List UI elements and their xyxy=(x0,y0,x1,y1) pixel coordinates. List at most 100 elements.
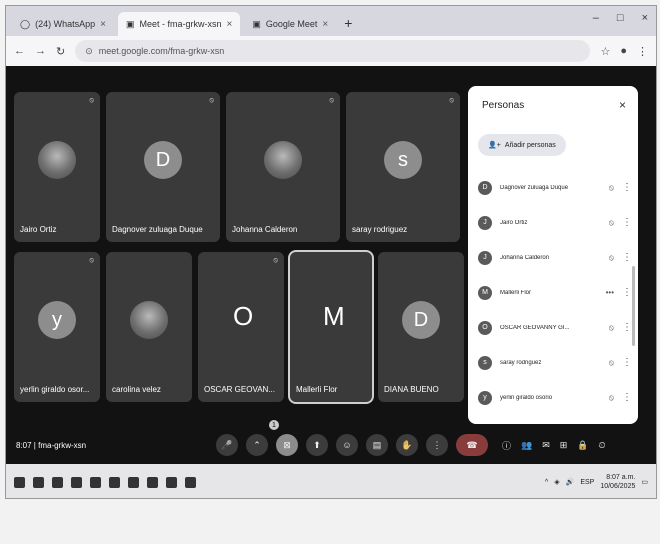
more-options-icon[interactable]: ⋮ xyxy=(622,322,632,333)
language-indicator[interactable]: ESP xyxy=(580,479,594,486)
scrollbar[interactable] xyxy=(632,266,635,346)
participant-photo xyxy=(38,141,76,179)
emoji-button[interactable]: ☺ xyxy=(336,434,358,456)
whatsapp-icon: ◯ xyxy=(20,18,31,29)
new-tab-button[interactable]: + xyxy=(344,15,352,31)
close-window-icon[interactable]: × xyxy=(642,12,648,24)
more-options-button[interactable]: ⋮ xyxy=(426,434,448,456)
app-icon[interactable] xyxy=(109,476,120,488)
list-item[interactable]: s saray rodriguez ⦸ ⋮ xyxy=(478,345,632,380)
info-icon[interactable]: ⓘ xyxy=(502,439,511,452)
microphone-button[interactable]: 🎤 xyxy=(216,434,238,456)
participant-photo xyxy=(264,141,302,179)
video-app-icon[interactable] xyxy=(128,476,139,488)
meet-icon: ▣ xyxy=(252,18,261,29)
more-options-icon[interactable]: ⋮ xyxy=(622,357,632,368)
site-info-icon[interactable]: ⊙ xyxy=(85,46,93,57)
mic-off-icon: ⦸ xyxy=(329,97,334,104)
url-field[interactable]: ⊙ meet.google.com/fma-grkw-xsn xyxy=(75,40,591,62)
list-item[interactable]: O OSCAR GEOVANNY GI... ⦸ ⋮ xyxy=(478,310,632,345)
mic-off-icon: ⦸ xyxy=(608,357,614,367)
more-options-icon[interactable]: ⋮ xyxy=(622,217,632,228)
mic-off-icon: ⦸ xyxy=(608,392,614,402)
participant-tile[interactable]: O ⦸ OSCAR GEOVAN... xyxy=(198,252,284,402)
participant-tile[interactable]: y ⦸ yerlin giraldo osor... xyxy=(14,252,100,402)
leave-call-button[interactable]: ☎ xyxy=(456,434,488,456)
tab-google-meet[interactable]: ▣ Google Meet × xyxy=(244,12,336,36)
mail-icon[interactable] xyxy=(71,476,82,488)
activities-icon[interactable]: ⊞ xyxy=(560,440,568,451)
participant-tile[interactable]: ⦸ Jairo Ortiz xyxy=(14,92,100,242)
participant-tile-speaking[interactable]: M Mallerli Flor xyxy=(288,250,374,404)
taskbar: ^ ◈ 🔊 ESP 8:07 a.m. 10/06/2025 ▭ xyxy=(6,464,656,498)
meeting-side-controls: ⓘ 👥 ✉ ⊞ 🔒 ⏲ xyxy=(502,439,606,452)
system-clock[interactable]: 8:07 a.m. 10/06/2025 xyxy=(600,473,635,491)
edge-icon[interactable] xyxy=(52,476,63,488)
volume-icon[interactable]: 🔊 xyxy=(566,478,575,486)
raise-hand-button[interactable]: ✋ xyxy=(396,434,418,456)
list-item[interactable]: J Jairo Ortiz ⦸ ⋮ xyxy=(478,205,632,240)
companion-icon[interactable]: ⏲ xyxy=(599,440,606,451)
more-options-icon[interactable]: ⋮ xyxy=(622,392,632,403)
add-person-icon: 👤+ xyxy=(488,142,501,149)
participant-avatar: D xyxy=(144,141,182,179)
mic-off-icon: ⦸ xyxy=(608,182,614,192)
more-options-icon[interactable]: ⋮ xyxy=(622,252,632,263)
tab-meet[interactable]: ▣ Meet - fma-grkw-xsn × xyxy=(117,12,241,36)
more-options-icon[interactable]: ⋮ xyxy=(622,287,632,298)
reload-icon[interactable]: ↻ xyxy=(56,45,65,58)
list-item[interactable]: J Johanna Calderon ⦸ ⋮ xyxy=(478,240,632,275)
maximize-icon[interactable]: □ xyxy=(617,12,624,24)
participant-tile[interactable]: s ⦸ saray rodriguez xyxy=(346,92,460,242)
minimize-icon[interactable]: – xyxy=(593,12,599,24)
panel-title: Personas xyxy=(482,100,525,111)
meeting-clock: 8:07 | fma-grkw-xsn xyxy=(16,440,87,450)
chrome-icon[interactable] xyxy=(185,476,196,488)
camera-off-button[interactable]: ⊠ xyxy=(276,434,298,456)
list-item[interactable]: D Dagnover zuluaga Duque ⦸ ⋮ xyxy=(478,170,632,205)
participant-avatar: y xyxy=(38,301,76,339)
participant-tile[interactable]: D ⦸ Dagnover zuluaga Duque xyxy=(106,92,220,242)
mic-off-icon: ⦸ xyxy=(449,97,454,104)
file-explorer-icon[interactable] xyxy=(33,476,44,488)
mic-off-icon: ⦸ xyxy=(89,97,94,104)
close-panel-icon[interactable]: × xyxy=(619,98,626,112)
participant-tile[interactable]: ⦸ Johanna Calderon xyxy=(226,92,340,242)
store-icon[interactable] xyxy=(90,476,101,488)
mic-off-icon: ⦸ xyxy=(608,322,614,332)
participant-avatar: D xyxy=(402,301,440,339)
window-controls: – □ × xyxy=(593,12,648,24)
close-tab-icon[interactable]: × xyxy=(100,19,106,30)
list-item[interactable]: y yerlin giraldo osorio ⦸ ⋮ xyxy=(478,380,632,415)
opera-icon[interactable] xyxy=(166,476,177,488)
bookmark-star-icon[interactable]: ☆ xyxy=(600,45,610,58)
profile-icon[interactable]: ● xyxy=(620,45,627,57)
mic-options-chevron-icon[interactable]: ⌃ xyxy=(246,434,268,456)
participant-avatar: M xyxy=(323,301,345,331)
menu-dots-icon[interactable]: ⋮ xyxy=(637,45,648,58)
tray-chevron-icon[interactable]: ^ xyxy=(545,479,548,486)
add-people-button[interactable]: 👤+ Añadir personas xyxy=(478,134,566,156)
list-item[interactable]: M Mallerli Flor ••• ⋮ xyxy=(478,275,632,310)
participant-tile[interactable]: D DIANA BUENO xyxy=(378,252,464,402)
close-tab-icon[interactable]: × xyxy=(226,19,232,30)
forward-icon[interactable]: → xyxy=(35,45,46,57)
participant-avatar: s xyxy=(384,141,422,179)
notifications-icon[interactable]: ▭ xyxy=(641,478,648,486)
host-controls-icon[interactable]: 🔒 xyxy=(577,440,588,451)
network-icon[interactable]: ◈ xyxy=(554,478,559,486)
participant-tile[interactable]: carolina velez xyxy=(106,252,192,402)
present-screen-button[interactable]: ⬆ xyxy=(306,434,328,456)
music-app-icon[interactable] xyxy=(147,476,158,488)
more-options-icon[interactable]: ⋮ xyxy=(622,182,632,193)
participant-photo xyxy=(130,301,168,339)
tab-whatsapp[interactable]: ◯ (24) WhatsApp × xyxy=(12,12,114,36)
start-icon[interactable] xyxy=(14,476,25,488)
captions-button[interactable]: ▤ xyxy=(366,434,388,456)
tab-bar: ◯ (24) WhatsApp × ▣ Meet - fma-grkw-xsn … xyxy=(6,6,656,36)
avatar: s xyxy=(478,355,492,370)
chat-icon[interactable]: ✉ xyxy=(542,440,550,451)
close-tab-icon[interactable]: × xyxy=(322,19,328,30)
back-icon[interactable]: ← xyxy=(14,45,25,57)
people-icon[interactable]: 👥 xyxy=(521,440,532,451)
